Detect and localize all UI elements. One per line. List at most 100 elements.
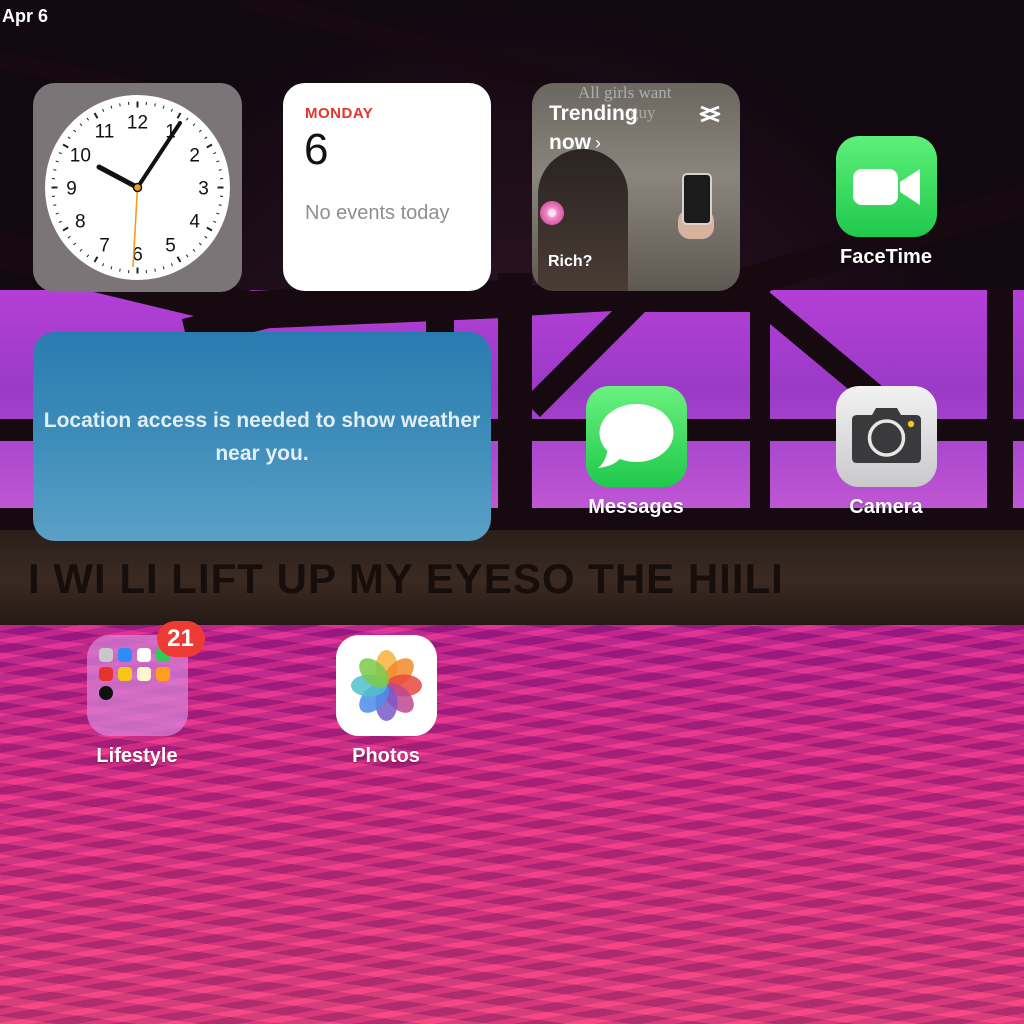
- app-messages[interactable]: Messages: [561, 386, 711, 519]
- weather-location-message: Location access is needed to show weathe…: [43, 409, 481, 465]
- clock-tick: [102, 263, 105, 267]
- mail-mini-icon: [117, 648, 132, 662]
- app-label-camera: Camera: [849, 496, 923, 518]
- clock-tick: [176, 256, 182, 263]
- app-facetime[interactable]: FaceTime: [811, 136, 961, 269]
- clock-tick: [185, 254, 189, 258]
- folder-lifestyle[interactable]: 21 Lifestyle: [62, 621, 212, 768]
- app-label-lifestyle: Lifestyle: [96, 745, 178, 767]
- clock-tick: [67, 235, 71, 239]
- clock-tick: [216, 212, 220, 215]
- clock-tick: [213, 220, 217, 223]
- app-camera[interactable]: Camera: [811, 386, 961, 519]
- calendar-day: MONDAY: [305, 105, 374, 122]
- trending-caption: Rich?: [548, 253, 593, 270]
- calendar-events: No events today: [305, 202, 450, 224]
- clock-tick: [162, 105, 165, 109]
- app-label-messages: Messages: [588, 496, 684, 518]
- clock-mini-icon: [98, 686, 113, 700]
- clock-numeral: 4: [189, 212, 200, 233]
- calendar-mini-icon: [136, 648, 151, 662]
- trending-widget[interactable]: All girls want guy Trending now › Rich?: [532, 83, 740, 291]
- weather-widget[interactable]: Location access is needed to show weathe…: [33, 332, 491, 541]
- shortcuts-mini-icon: [155, 667, 170, 681]
- clock-tick: [79, 248, 83, 252]
- clock-tick: [55, 160, 59, 163]
- clock-numeral: 11: [95, 121, 115, 142]
- clock-tick: [119, 268, 121, 272]
- clock-numeral: 8: [75, 212, 86, 233]
- app-photos[interactable]: Photos: [311, 635, 461, 768]
- clock-tick: [93, 112, 99, 119]
- clock-tick: [170, 263, 173, 267]
- clock-tick: [110, 105, 113, 109]
- clock-tick: [55, 212, 59, 215]
- clock-tick: [58, 220, 62, 223]
- clock-tick: [218, 169, 222, 171]
- clock-tick: [110, 266, 113, 270]
- clock-tick: [218, 204, 222, 206]
- tips-mini-icon: [117, 667, 132, 681]
- clock-tick: [192, 123, 196, 127]
- clock-tick: [86, 117, 90, 121]
- clock-tick: [170, 108, 173, 112]
- clock-numeral: 10: [70, 146, 91, 167]
- camera-icon: [835, 386, 937, 487]
- trending-thumbnail-phone: [682, 173, 712, 225]
- clock-tick: [62, 226, 69, 232]
- clock-numeral: 3: [198, 179, 209, 200]
- clock-tick: [192, 248, 196, 252]
- clock-tick: [162, 266, 165, 270]
- notes-mini-icon: [136, 667, 151, 681]
- app-label-photos: Photos: [352, 745, 420, 767]
- trending-title: Trending now ›: [549, 99, 679, 158]
- folder-icon: 21: [86, 621, 205, 736]
- clock-tick: [176, 112, 182, 119]
- clock-numeral: 9: [66, 179, 77, 200]
- clock-numeral: 2: [189, 146, 200, 167]
- trending-thumbnail-flower: [540, 201, 564, 225]
- clock-tick: [119, 103, 121, 107]
- capcut-icon: [699, 105, 721, 123]
- clock-dial: 12 1234567891011: [51, 101, 224, 274]
- clock-tick: [53, 169, 57, 171]
- photos-flower-icon: [335, 635, 437, 736]
- clock-tick: [53, 204, 57, 206]
- folder-mini-icons: [98, 648, 179, 705]
- news-mini-icon: [98, 667, 113, 681]
- clock-tick: [67, 136, 71, 140]
- clock-tick: [216, 160, 220, 163]
- clock-tick: [204, 235, 208, 239]
- wallpaper-banner-text: I WI LI LIFT UP MY EYESO THE HIILI: [28, 555, 784, 602]
- clock-numeral: 5: [165, 236, 176, 257]
- status-date: Apr 6: [2, 6, 49, 26]
- clock-center: [132, 182, 143, 193]
- clock-tick: [86, 254, 90, 258]
- contacts-mini-icon: [98, 648, 113, 662]
- calendar-date: 6: [304, 125, 329, 174]
- clock-face: 12 1 2 3 4 5 6 7 8 9 10 11: [45, 95, 230, 280]
- app-label-facetime: FaceTime: [840, 246, 932, 268]
- clock-tick: [198, 242, 202, 246]
- clock-tick: [102, 108, 105, 112]
- clock-tick: [213, 152, 217, 155]
- clock-tick: [206, 226, 213, 232]
- clock-widget[interactable]: 12 1 2 3 4 5 6 7 8 9 10 11: [33, 83, 242, 292]
- clock-tick: [79, 123, 83, 127]
- clock-tick: [62, 143, 69, 149]
- clock-tick: [185, 117, 189, 121]
- chevron-right-icon: ›: [595, 133, 601, 153]
- clock-tick: [73, 129, 77, 133]
- clock-numeral: 12: [127, 113, 148, 134]
- clock-tick: [198, 129, 202, 133]
- speech-bubble-icon: [585, 386, 687, 487]
- clock-tick: [206, 143, 213, 149]
- clock-tick: [58, 152, 62, 155]
- video-camera-icon: [835, 136, 937, 237]
- clock-tick: [93, 256, 99, 263]
- clock-tick: [73, 242, 77, 246]
- clock-tick: [154, 268, 156, 272]
- calendar-widget[interactable]: MONDAY 6 No events today: [283, 83, 491, 291]
- clock-numeral: 7: [99, 236, 110, 257]
- trending-title-text: Trending now: [549, 102, 638, 154]
